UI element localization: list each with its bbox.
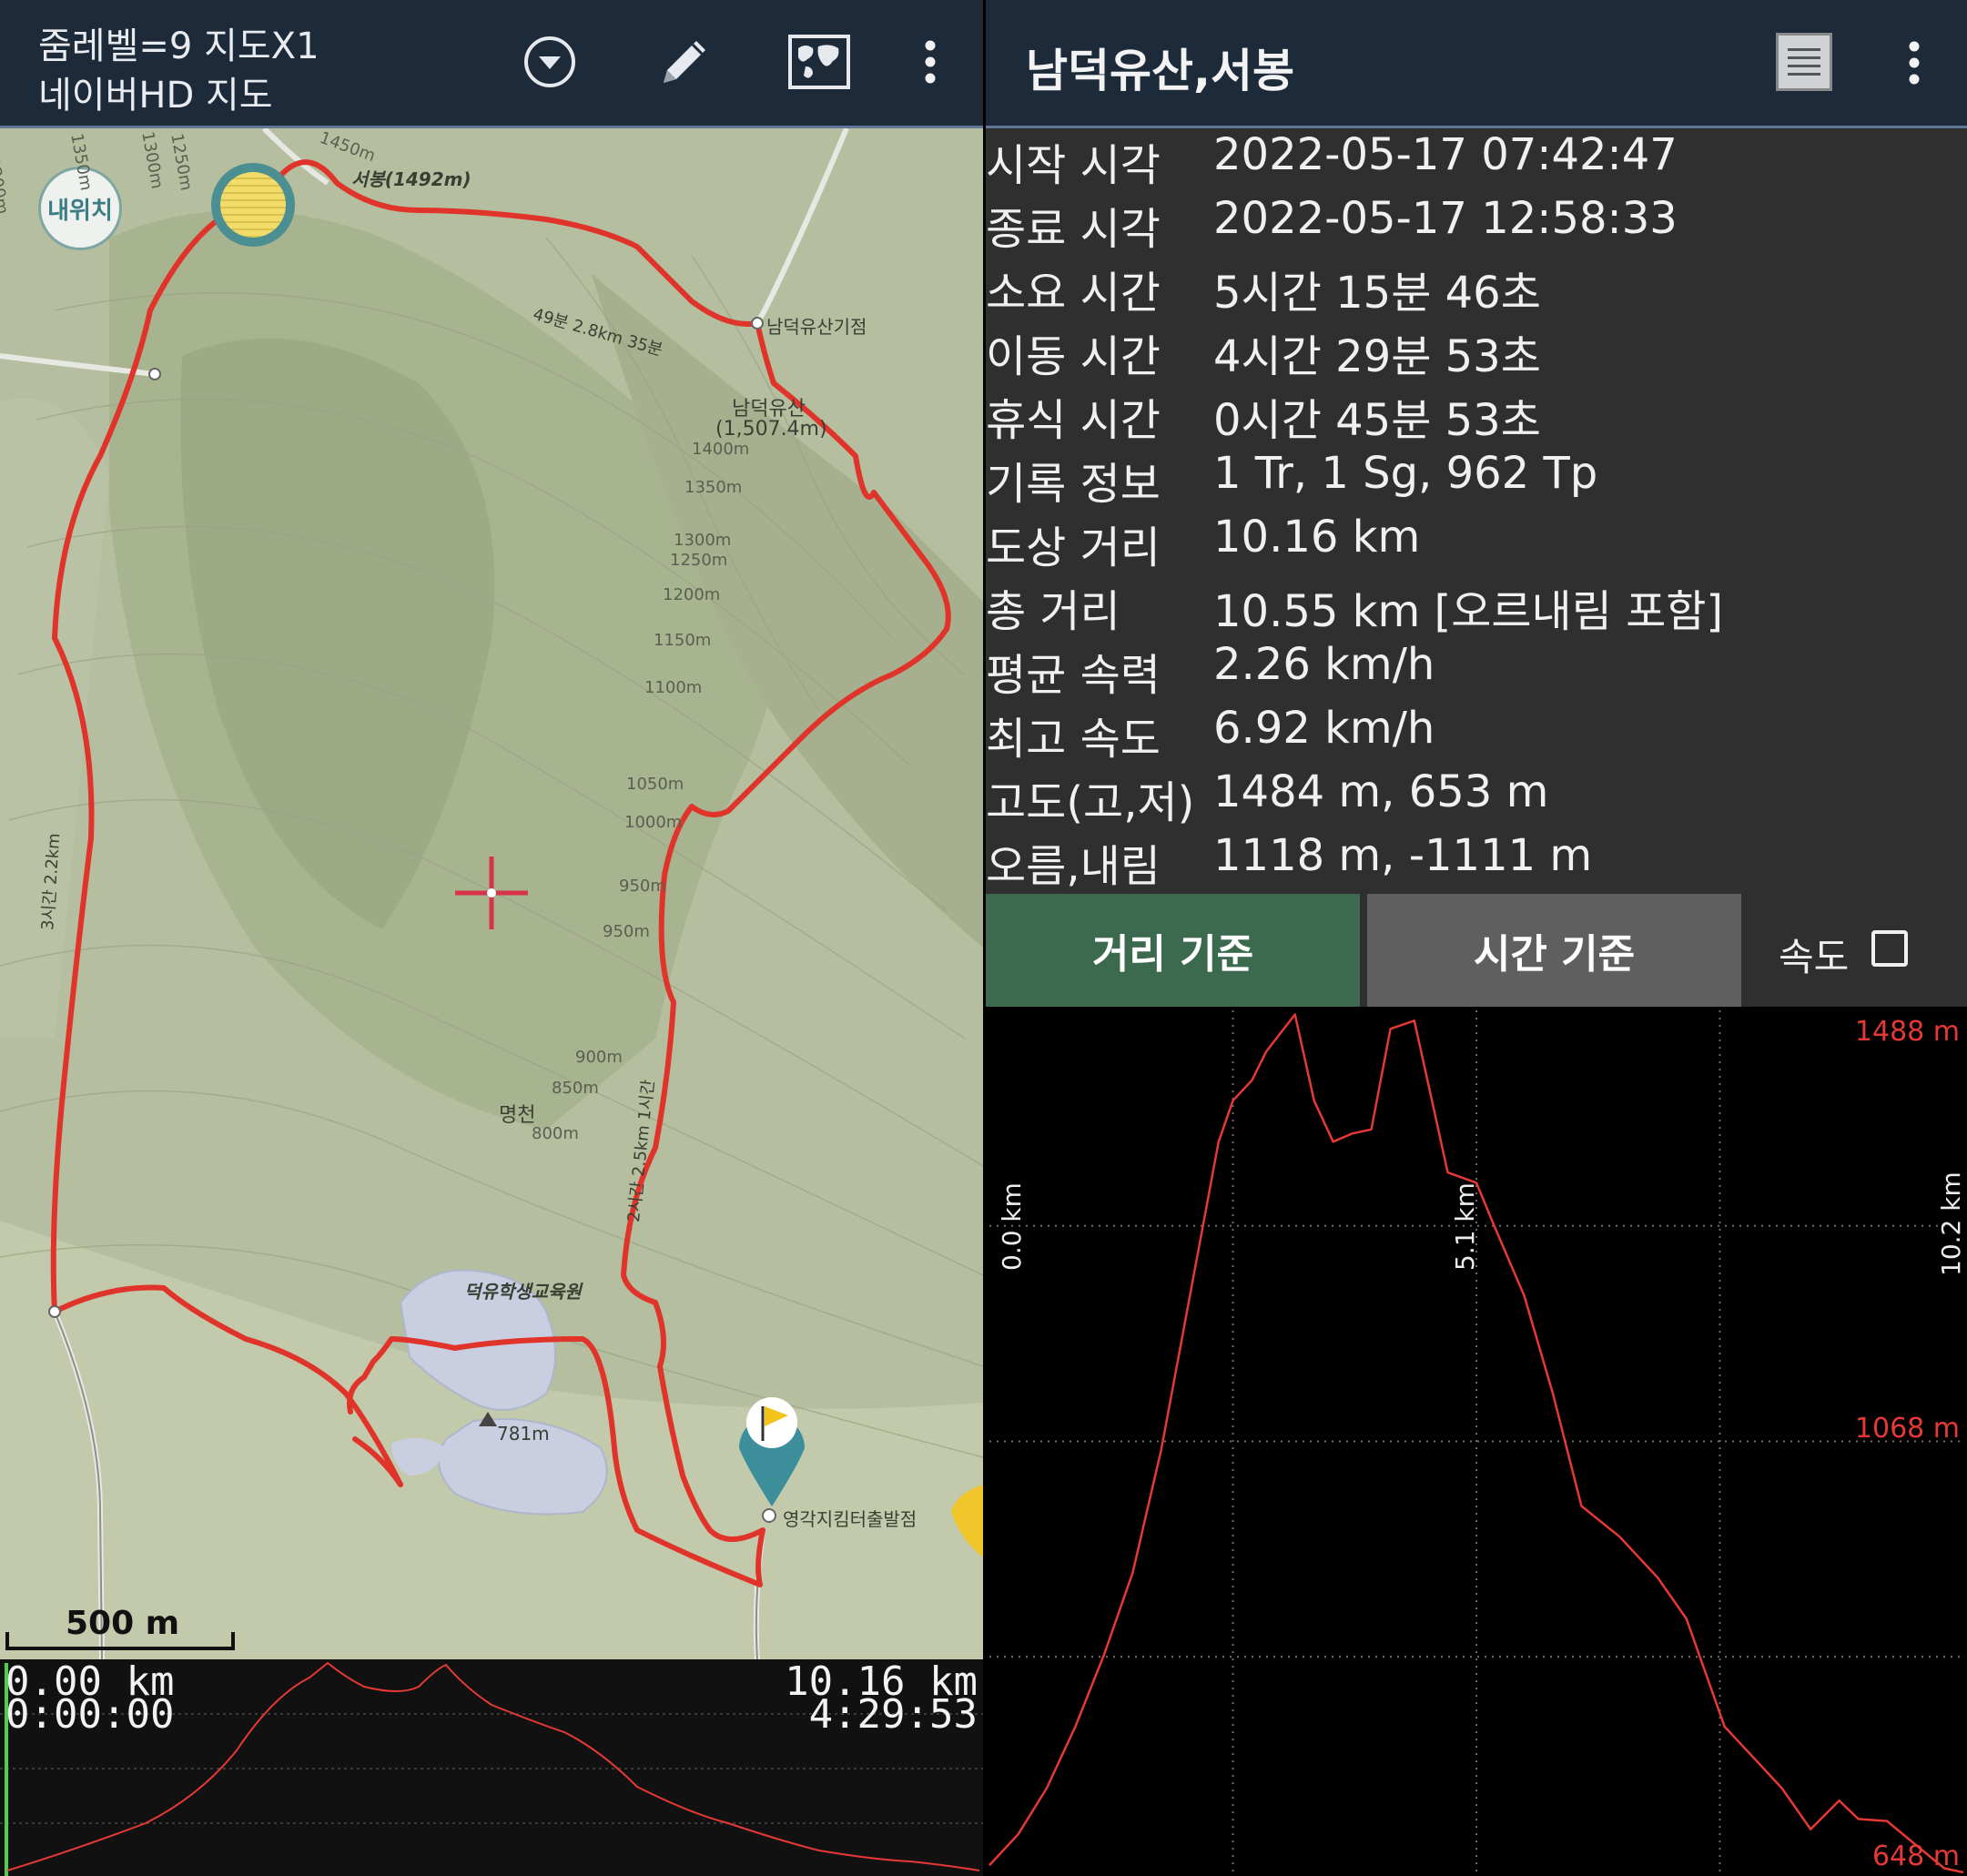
world-map-icon[interactable] <box>786 29 852 95</box>
speed-checkbox[interactable] <box>1871 930 1908 967</box>
stat-label: 종료 시각 <box>986 204 1161 255</box>
profile-end-time: 4:29:53 <box>808 1691 978 1738</box>
stat-label: 평균 속력 <box>986 650 1161 701</box>
contour-label: 1000m <box>624 813 683 832</box>
stat-label: 최고 속도 <box>986 714 1161 765</box>
zoom-level-text: 줌레벨=9 지도X1 <box>38 25 319 67</box>
spot-height-label: 781m <box>497 1423 550 1445</box>
stat-row: 최고 속도 6.92 km/h <box>986 703 1967 766</box>
stat-value: 10.16 km <box>1213 512 1421 563</box>
stat-row: 종료 시각 2022-05-17 12:58:33 <box>986 193 1967 257</box>
stat-label: 휴식 시간 <box>986 395 1161 446</box>
stat-value: 1118 m, -1111 m <box>1213 830 1593 881</box>
stat-label: 오름,내림 <box>986 841 1161 892</box>
more-vert-icon[interactable] <box>1905 40 1923 89</box>
stat-label: 기록 정보 <box>986 459 1161 510</box>
contour-label: 950m <box>619 877 666 896</box>
contour-label: 950m <box>603 922 650 941</box>
x-tick-label-mid: 5.1 km <box>1450 1182 1480 1271</box>
stat-row: 고도(고,저) 1484 m, 653 m <box>986 766 1967 830</box>
contour-label: 1200m <box>663 585 721 604</box>
x-tick-label-end: 10.2 km <box>1936 1171 1966 1276</box>
stat-row: 도상 거리 10.16 km <box>986 512 1967 575</box>
contour-label: 1150m <box>654 631 712 650</box>
tab-distance-basis[interactable]: 거리 기준 <box>986 894 1360 1007</box>
stat-value: 6.92 km/h <box>1213 703 1435 754</box>
tab-time-basis[interactable]: 시간 기준 <box>1367 894 1741 1007</box>
pencil-icon[interactable] <box>652 29 717 95</box>
stat-row: 시작 시각 2022-05-17 07:42:47 <box>986 129 1967 193</box>
stat-value: 5시간 15분 46초 <box>1213 268 1541 319</box>
more-vert-icon[interactable] <box>897 29 963 95</box>
contour-label: 1100m <box>644 678 703 697</box>
peak-west-label: 서봉(1492m) <box>351 168 471 190</box>
stat-row: 오름,내림 1118 m, -1111 m <box>986 830 1967 894</box>
dropdown-circle-icon[interactable] <box>517 29 583 95</box>
track-header: 남덕유산,서봉 <box>986 0 1967 128</box>
track-title: 남덕유산,서봉 <box>1026 45 1294 97</box>
elevation-chart[interactable]: 1488 m 1068 m 648 m 0.0 km 5.1 km 10.2 k… <box>986 1007 1967 1876</box>
trailhead-label: 영각지킴터출발점 <box>783 1508 918 1530</box>
contour-label: 900m <box>575 1048 623 1067</box>
stat-label: 고도(고,저) <box>986 777 1195 828</box>
x-tick-label-start: 0.0 km <box>997 1182 1027 1271</box>
track-info-panel: 남덕유산,서봉 시작 시각 2022-05-17 07:42:47 종료 시각 20… <box>986 0 1967 1876</box>
education-center-label: 덕유학생교육원 <box>464 1281 582 1303</box>
stat-label: 총 거리 <box>986 586 1120 637</box>
stream-label: 명천 <box>499 1104 536 1127</box>
map-graphics <box>0 128 983 1659</box>
speed-toggle-label: 속도 <box>1779 935 1850 979</box>
stat-row: 기록 정보 1 Tr, 1 Sg, 962 Tp <box>986 448 1967 512</box>
contour-label: 1350m <box>684 478 743 497</box>
peak-main-height: (1,507.4m) <box>715 418 827 441</box>
stat-value: 4시간 29분 53초 <box>1213 331 1541 382</box>
list-icon[interactable] <box>1776 33 1832 91</box>
topographic-map[interactable]: 내위치 서봉(1492m) 남덕유산기점 남덕유산 (1,507.4m) 명천 … <box>0 128 983 1659</box>
stat-value: 2.26 km/h <box>1213 639 1435 690</box>
y-tick-label-top: 1488 m <box>1854 1016 1960 1048</box>
contour-label: 1050m <box>626 775 684 794</box>
contour-label: 800m <box>532 1124 579 1143</box>
waypoint-note-icon[interactable] <box>211 163 295 247</box>
map-panel: 줌레벨=9 지도X1 네이버HD 지도 내위치 서봉(1492m) 남덕유산기점… <box>0 0 983 1876</box>
stat-label: 소요 시간 <box>986 268 1161 319</box>
scale-bar-label: 500 m <box>66 1605 180 1642</box>
contour-label: 850m <box>552 1079 599 1098</box>
stat-value: 2022-05-17 12:58:33 <box>1213 193 1678 244</box>
stat-row: 휴식 시간 0시간 45분 53초 <box>986 384 1967 448</box>
profile-start-time: 0:00:00 <box>5 1691 175 1738</box>
stat-value: 10.55 km [오르내림 포함] <box>1213 586 1724 637</box>
elevation-chart-svg <box>989 1010 1964 1874</box>
stat-row: 총 거리 10.55 km [오르내림 포함] <box>986 575 1967 639</box>
mini-elevation-profile[interactable]: 0.00 km 0:00:00 10.16 km 4:29:53 <box>0 1659 983 1876</box>
stat-label: 도상 거리 <box>986 522 1161 573</box>
stat-value: 1484 m, 653 m <box>1213 766 1549 817</box>
stat-row: 평균 속력 2.26 km/h <box>986 639 1967 703</box>
contour-label: 1300m <box>674 531 732 550</box>
my-location-label: 내위치 <box>47 197 113 225</box>
stat-row: 소요 시간 5시간 15분 46초 <box>986 257 1967 320</box>
stat-value: 1 Tr, 1 Sg, 962 Tp <box>1213 448 1598 499</box>
y-tick-label-mid: 1068 m <box>1854 1413 1960 1445</box>
contour-label: 1400m <box>692 440 750 459</box>
map-header: 줌레벨=9 지도X1 네이버HD 지도 <box>0 0 983 128</box>
junction-label: 남덕유산기점 <box>766 316 867 338</box>
stat-label: 시작 시각 <box>986 140 1161 191</box>
stat-value: 0시간 45분 53초 <box>1213 395 1541 446</box>
stat-label: 이동 시간 <box>986 331 1161 382</box>
y-tick-label-bottom: 648 m <box>1871 1841 1960 1872</box>
stat-value: 2022-05-17 07:42:47 <box>1213 129 1678 180</box>
stat-row: 이동 시간 4시간 29분 53초 <box>986 320 1967 384</box>
map-name-text: 네이버HD 지도 <box>38 75 273 117</box>
contour-label: 1250m <box>670 551 728 570</box>
